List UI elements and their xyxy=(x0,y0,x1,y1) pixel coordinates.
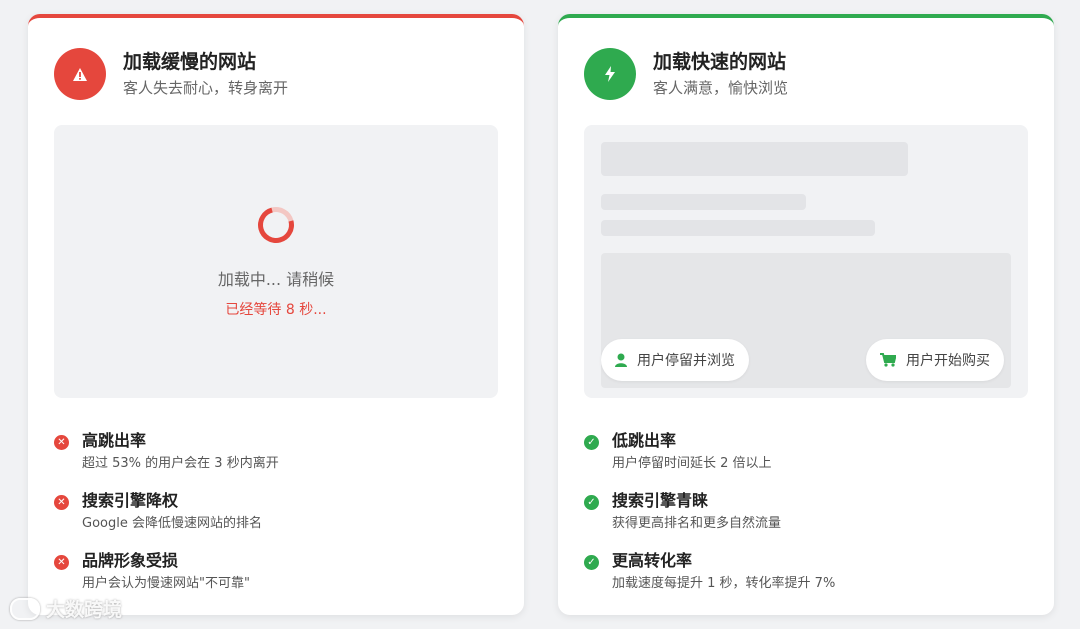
fast-feature-list: ✓ 低跳出率 用户停留时间延长 2 倍以上 ✓ 搜索引擎青睐 获得更高排名和更多… xyxy=(584,430,835,610)
slow-site-subtitle: 客人失去耐心，转身离开 xyxy=(123,79,289,97)
fast-site-subtitle: 客人满意，愉快浏览 xyxy=(653,79,789,97)
feature-title: 品牌形象受损 xyxy=(82,551,179,570)
feature-desc: Google 会降低慢速网站的排名 xyxy=(82,516,262,531)
fast-site-title: 加载快速的网站 xyxy=(653,51,787,73)
user-browsing-label: 用户停留并浏览 xyxy=(637,353,735,369)
fast-loaded-demo: 用户停留并浏览 用户开始购买 xyxy=(584,125,1028,398)
slow-loading-demo: 加载中... 请稍候 已经等待 8 秒... xyxy=(54,125,498,398)
cart-icon xyxy=(880,353,896,367)
feature-desc: 获得更高排名和更多自然流量 xyxy=(612,516,782,531)
feature-title: 更高转化率 xyxy=(612,551,693,570)
error-circle-icon: ✕ xyxy=(54,555,69,570)
user-icon xyxy=(615,353,627,367)
feature-desc: 用户停留时间延长 2 倍以上 xyxy=(612,456,772,471)
user-buying-label: 用户开始购买 xyxy=(906,353,990,369)
feature-desc: 加载速度每提升 1 秒，转化率提升 7% xyxy=(612,576,836,591)
feature-title: 低跳出率 xyxy=(612,431,677,450)
list-item: ✓ 更高转化率 加载速度每提升 1 秒，转化率提升 7% xyxy=(584,550,835,610)
skeleton-title-block xyxy=(601,142,908,176)
feature-title: 高跳出率 xyxy=(82,431,147,450)
fast-site-card: 加载快速的网站 客人满意，愉快浏览 用户停留并浏览 用户开始购买 ✓ 低跳出率 … xyxy=(558,14,1054,615)
error-circle-icon: ✕ xyxy=(54,435,69,450)
fast-site-header: 加载快速的网站 客人满意，愉快浏览 xyxy=(584,48,788,100)
slow-feature-list: ✕ 高跳出率 超过 53% 的用户会在 3 秒内离开 ✕ 搜索引擎降权 Goog… xyxy=(54,430,279,610)
list-item: ✓ 低跳出率 用户停留时间延长 2 倍以上 xyxy=(584,430,835,490)
watermark: 大数跨境 xyxy=(10,595,122,622)
lightning-icon xyxy=(584,48,636,100)
watermark-logo-icon xyxy=(10,597,40,620)
list-item: ✕ 搜索引擎降权 Google 会降低慢速网站的排名 xyxy=(54,490,279,550)
user-buying-badge: 用户开始购买 xyxy=(866,339,1004,381)
watermark-text: 大数跨境 xyxy=(46,599,123,621)
skeleton-line xyxy=(601,194,806,210)
loading-spinner-icon xyxy=(251,200,301,250)
check-circle-icon: ✓ xyxy=(584,495,599,510)
loading-text: 加载中... 请稍候 xyxy=(217,270,335,289)
slow-site-title: 加载缓慢的网站 xyxy=(123,51,257,73)
feature-desc: 超过 53% 的用户会在 3 秒内离开 xyxy=(82,456,279,471)
skeleton-line xyxy=(601,220,875,236)
list-item: ✕ 高跳出率 超过 53% 的用户会在 3 秒内离开 xyxy=(54,430,279,490)
error-circle-icon: ✕ xyxy=(54,495,69,510)
feature-title: 搜索引擎青睐 xyxy=(612,491,709,510)
feature-desc: 用户会认为慢速网站"不可靠" xyxy=(82,576,250,591)
wait-time-text: 已经等待 8 秒... xyxy=(225,302,327,318)
list-item: ✓ 搜索引擎青睐 获得更高排名和更多自然流量 xyxy=(584,490,835,550)
check-circle-icon: ✓ xyxy=(584,555,599,570)
slow-site-header: 加载缓慢的网站 客人失去耐心，转身离开 xyxy=(54,48,288,100)
slow-site-card: 加载缓慢的网站 客人失去耐心，转身离开 加载中... 请稍候 已经等待 8 秒.… xyxy=(28,14,524,615)
check-circle-icon: ✓ xyxy=(584,435,599,450)
user-browsing-badge: 用户停留并浏览 xyxy=(601,339,749,381)
warning-icon xyxy=(54,48,106,100)
feature-title: 搜索引擎降权 xyxy=(82,491,179,510)
